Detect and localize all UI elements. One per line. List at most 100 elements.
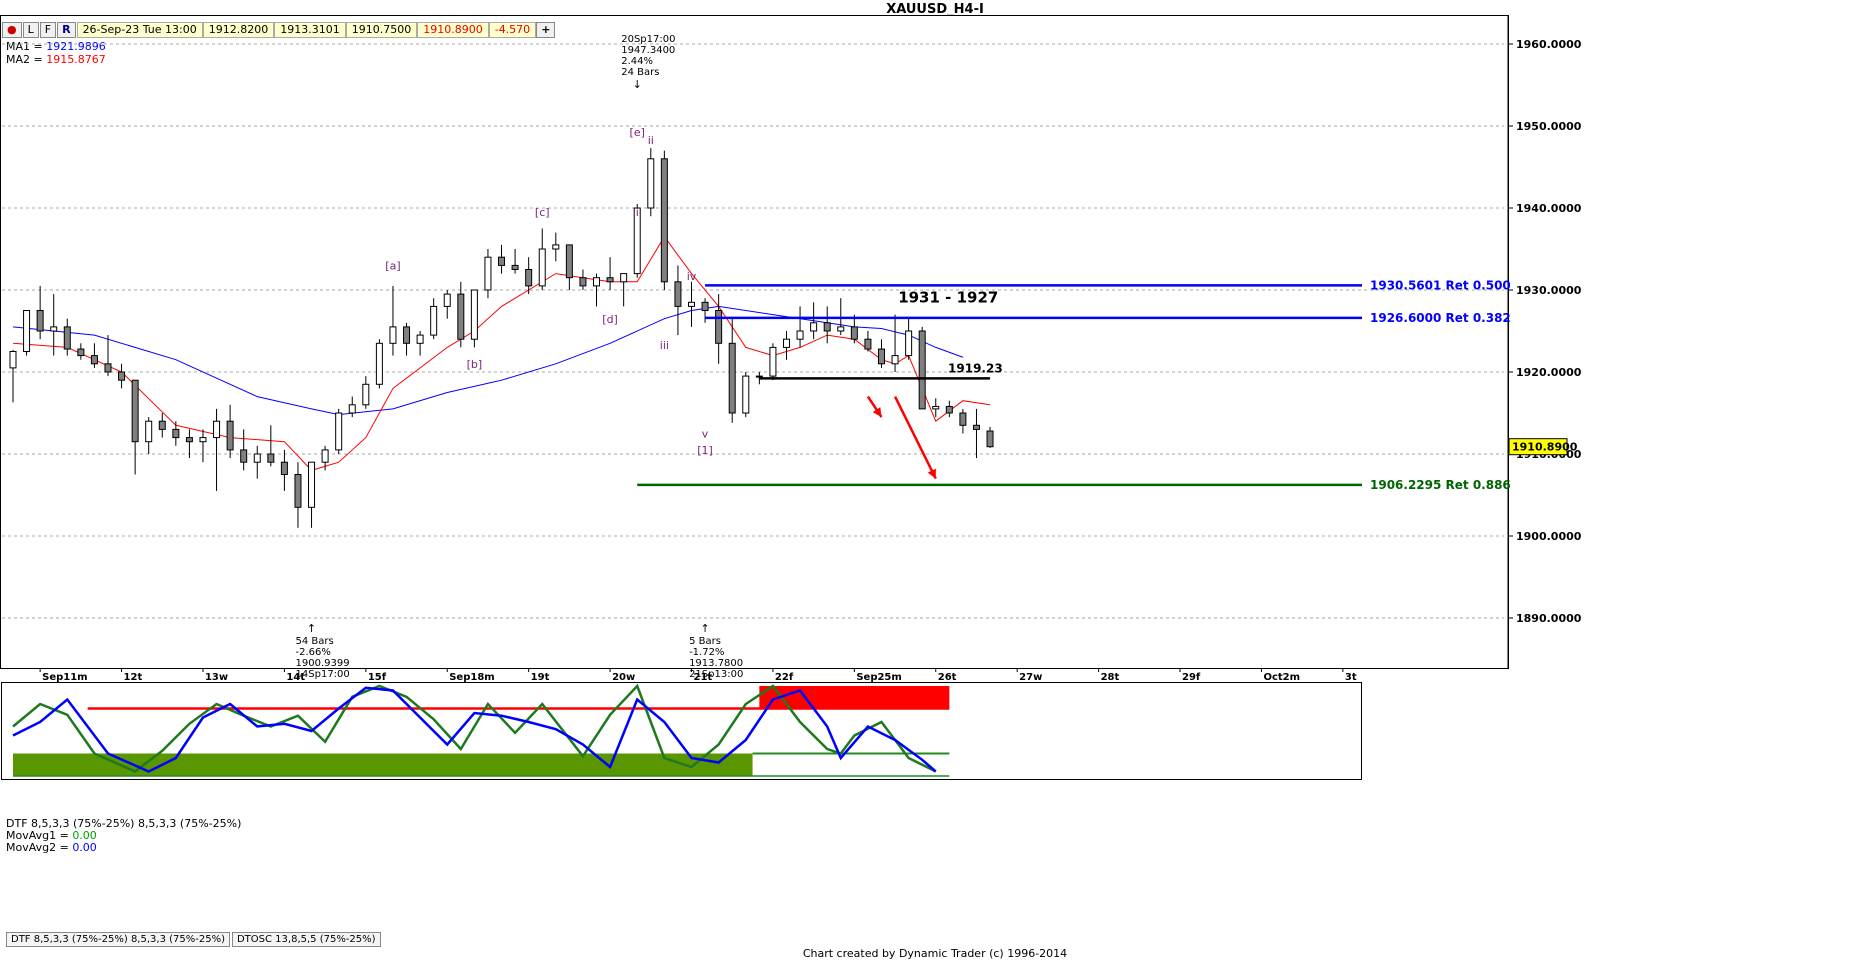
annotation-line: 2.44% [621, 56, 653, 67]
chart-window: XAUUSD_H4-I ● L F R 26-Sep-23 Tue 13:00 … [0, 0, 1870, 961]
trend-arrow-line [893, 396, 937, 480]
toolbar-button-l[interactable]: L [22, 22, 39, 38]
candle [199, 437, 207, 443]
price-chart[interactable]: 1960.0000 1950.0000 1940.0000 1930.0000 1920… [0, 0, 1870, 961]
x-tick-label: 22f [775, 672, 794, 683]
candle [959, 412, 967, 426]
candle [131, 379, 139, 443]
tab-dtosc[interactable]: DTOSC 13,8,5,5 (75%-25%) [231, 932, 381, 947]
candle [782, 338, 790, 348]
level-label: 1906.2295 Ret 0.886 [1370, 478, 1511, 492]
candle [443, 293, 451, 307]
annotation-line: 14Sp17:00 [296, 669, 350, 680]
candle [36, 310, 44, 332]
candle [9, 351, 17, 369]
candle [470, 289, 478, 340]
ma2-line [12, 235, 991, 471]
x-tick-label: Sep18m [449, 672, 494, 683]
movavg2-readout: MovAvg2 = 0.00 [6, 841, 97, 854]
candle [145, 420, 153, 443]
candle [389, 326, 397, 344]
trend-arrow-line [866, 395, 883, 418]
candle [579, 277, 587, 287]
candle [552, 244, 560, 250]
candle [335, 412, 343, 451]
wave-label: iii [660, 339, 669, 352]
candle [538, 248, 546, 287]
ma2-value: 1915.8767 [46, 53, 106, 66]
footer-credit: Chart created by Dynamic Trader (c) 1996… [802, 947, 1068, 960]
candle [63, 326, 71, 350]
bar-open: 1912.8200 [202, 22, 275, 38]
candle [877, 348, 885, 365]
x-tick-label: 15f [368, 672, 387, 683]
x-tick-label: 20w [612, 672, 635, 683]
annotation-line: 5 Bars [689, 636, 721, 647]
candle [172, 428, 180, 439]
candle [321, 449, 329, 463]
candle [932, 405, 940, 410]
annotation-line: -2.66% [296, 647, 331, 658]
level-label: 1930.5601 Ret 0.500 [1370, 278, 1511, 292]
annotation-line: 24 Bars [621, 67, 659, 78]
bar-change: -4.570 [488, 22, 537, 38]
bar-date: 26-Sep-23 Tue 13:00 [76, 22, 203, 38]
current-price-label: 1910.8900 [1512, 441, 1578, 454]
candle [253, 453, 261, 463]
candle [688, 301, 695, 307]
indicator-tabs: DTF 8,5,3,3 (75%-25%) 8,5,3,3 (75%-25%) … [6, 932, 383, 947]
trend-arrow-head [927, 468, 936, 479]
annotation-line: 54 Bars [296, 636, 334, 647]
y-tick-label: 1890.0000 [1516, 612, 1582, 625]
candle [701, 301, 709, 311]
candle [891, 355, 899, 365]
oscillator-slow-line [12, 686, 937, 773]
candle [837, 326, 845, 332]
x-tick-label: 3t [1345, 672, 1357, 683]
x-tick-label: Sep25m [856, 672, 901, 683]
wave-label: iv [687, 270, 697, 283]
level-label: 1919.23 [948, 361, 1003, 375]
bar-high: 1913.3101 [274, 22, 346, 38]
wave-label: [1] [697, 444, 713, 457]
wave-label: [a] [385, 260, 400, 273]
level-label: 1926.6000 Ret 0.382 [1370, 311, 1511, 325]
candle [280, 461, 288, 476]
candle [986, 430, 994, 448]
candle [511, 264, 519, 270]
candle [294, 474, 302, 508]
y-tick-label: 1930.0000 [1516, 284, 1582, 297]
candle [620, 273, 628, 283]
x-tick-label: 14t [286, 672, 305, 683]
annotation-line: 20Sp17:00 [621, 34, 675, 45]
candle [905, 330, 913, 357]
candle [945, 405, 953, 414]
trend-arrow-head [872, 407, 882, 418]
oversold-zone [13, 753, 753, 776]
ma2-readout: MA2 = 1915.8767 [6, 53, 106, 66]
wave-label: ii [648, 134, 654, 147]
annotation-line: 1947.3400 [621, 45, 675, 56]
candle [633, 207, 641, 275]
add-icon[interactable]: + [536, 22, 556, 38]
candle [606, 277, 614, 283]
candle [375, 342, 383, 385]
candle [823, 322, 831, 332]
annotation-line: 1913.7800 [689, 658, 743, 669]
ma1-readout: MA1 = 1921.9896 [6, 40, 106, 53]
tab-dtf[interactable]: DTF 8,5,3,3 (75%-25%) 8,5,3,3 (75%-25%) [6, 932, 230, 947]
zone-label: 1931 - 1927 [898, 288, 998, 306]
toolbar-button-f[interactable]: F [39, 22, 57, 38]
wave-label: [d] [602, 313, 618, 326]
current-price-box [1508, 438, 1568, 456]
oscillator-fast-line [12, 683, 937, 773]
candle [918, 330, 926, 410]
record-dot-icon[interactable]: ● [2, 22, 22, 38]
toolbar: ● L F R 26-Sep-23 Tue 13:00 1912.8200 19… [2, 22, 556, 38]
candle [674, 281, 682, 307]
candle [348, 404, 356, 414]
candle [864, 338, 872, 350]
candle [715, 310, 723, 344]
candle [403, 326, 411, 344]
toolbar-button-r[interactable]: R [57, 22, 76, 38]
